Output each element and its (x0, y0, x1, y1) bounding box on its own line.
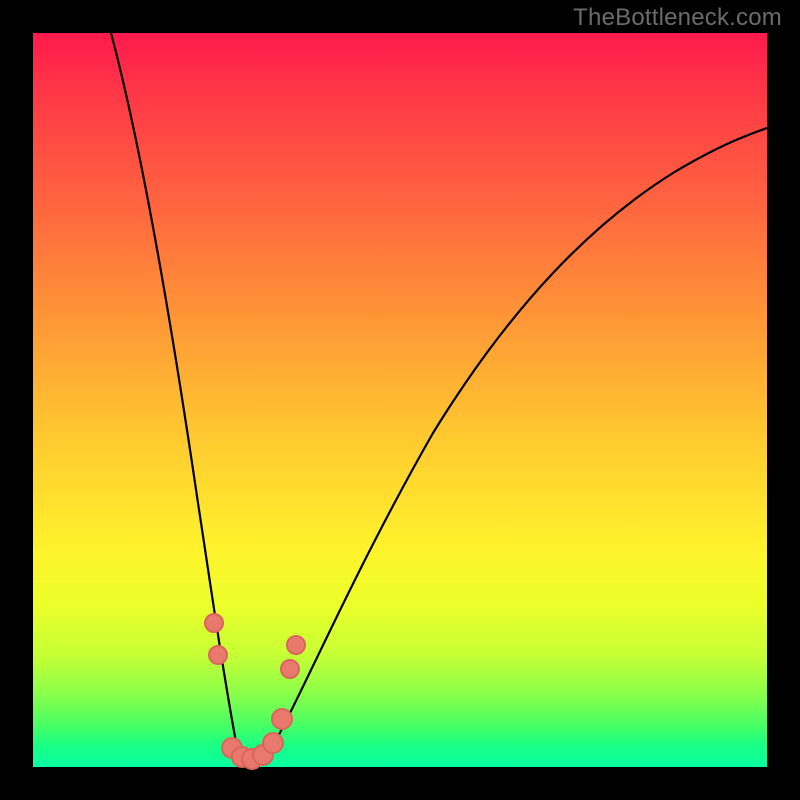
plot-area (33, 33, 767, 767)
marker-dot (209, 646, 227, 664)
watermark-text: TheBottleneck.com (573, 4, 782, 32)
marker-group (205, 614, 305, 769)
marker-dot (272, 709, 292, 729)
marker-dot (281, 660, 299, 678)
bottleneck-curve-right (247, 128, 767, 766)
marker-dot (287, 636, 305, 654)
curve-layer (33, 33, 767, 767)
chart-frame: TheBottleneck.com (0, 0, 800, 800)
marker-dot (263, 733, 283, 753)
marker-dot (205, 614, 223, 632)
